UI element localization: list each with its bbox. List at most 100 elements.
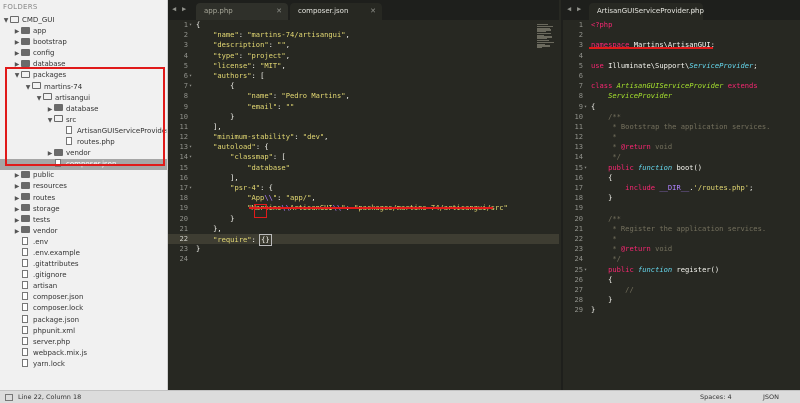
tree-folder[interactable]: ▼ packages xyxy=(0,70,167,81)
disclosure-closed-icon[interactable]: ▶ xyxy=(13,37,21,48)
code-line[interactable]: 18 } xyxy=(563,193,800,203)
disclosure-open-icon[interactable]: ▼ xyxy=(24,82,32,93)
tree-folder[interactable]: ▶ database xyxy=(0,104,167,115)
code-line[interactable]: 9 ▾ { xyxy=(563,102,800,112)
indentation-setting[interactable]: Spaces: 4 xyxy=(700,391,732,403)
code-line[interactable]: 7 ▾ { xyxy=(168,81,559,91)
code-line[interactable]: 18 "App\\": "app/", xyxy=(168,193,559,203)
disclosure-closed-icon[interactable]: ▶ xyxy=(46,104,54,115)
close-icon[interactable]: ✕ xyxy=(691,3,697,20)
code-line[interactable]: 2 "name": "martins-74/artisangui", xyxy=(168,30,559,40)
tree-file[interactable]: .gitattributes xyxy=(0,259,167,270)
code-line[interactable]: 6 xyxy=(563,71,800,81)
fold-arrow-icon[interactable]: ▾ xyxy=(189,20,192,30)
tab-prev-arrow-icon[interactable]: ◀ xyxy=(172,5,176,13)
close-icon[interactable]: ✕ xyxy=(276,3,282,20)
fold-arrow-icon[interactable]: ▾ xyxy=(189,142,192,152)
code-line[interactable]: 10 } xyxy=(168,112,559,122)
fold-arrow-icon[interactable]: ▾ xyxy=(189,152,192,162)
disclosure-closed-icon[interactable]: ▶ xyxy=(13,193,21,204)
tree-folder[interactable]: ▶ vendor xyxy=(0,226,167,237)
fold-arrow-icon[interactable]: ▾ xyxy=(584,102,587,112)
code-line[interactable]: 2 xyxy=(563,30,800,40)
code-line[interactable]: 26 { xyxy=(563,275,800,285)
tree-file[interactable]: composer.lock xyxy=(0,303,167,314)
tree-file[interactable]: .gitignore xyxy=(0,270,167,281)
disclosure-open-icon[interactable]: ▼ xyxy=(46,115,54,126)
tree-file[interactable]: package.json xyxy=(0,314,167,326)
fold-arrow-icon[interactable]: ▾ xyxy=(189,183,192,193)
syntax-mode[interactable]: JSON xyxy=(763,391,779,403)
code-line[interactable]: 7 class ArtisanGUIServiceProvider extends xyxy=(563,81,800,91)
disclosure-closed-icon[interactable]: ▶ xyxy=(13,204,21,215)
disclosure-closed-icon[interactable]: ▶ xyxy=(46,148,54,159)
code-line[interactable]: 11 * Bootstrap the application services. xyxy=(563,122,800,132)
code-line[interactable]: 5 use Illuminate\Support\ServiceProvider; xyxy=(563,61,800,71)
code-editor-composer-json[interactable]: 1 ▾{2 "name": "martins-74/artisangui", 3 "… xyxy=(168,20,559,390)
code-line[interactable]: 22 "require": {} xyxy=(168,233,559,247)
code-line[interactable]: 29} xyxy=(563,305,800,315)
minimap[interactable] xyxy=(537,24,555,54)
code-editor-service-provider[interactable]: 1 <?php 2 3 namespace Martins\ArtisanGUI; 4 5 u… xyxy=(563,20,800,390)
tree-file[interactable]: .env.example xyxy=(0,247,167,259)
code-line[interactable]: 22 * xyxy=(563,234,800,244)
code-line[interactable]: 17 ▾ "psr-4": { xyxy=(168,183,559,193)
code-line[interactable]: 21 }, xyxy=(168,224,559,234)
tab-next-arrow-icon[interactable]: ▶ xyxy=(577,5,581,13)
code-line[interactable]: 14 */ xyxy=(563,152,800,162)
tree-file[interactable]: composer.json xyxy=(0,159,167,171)
code-line[interactable]: 13 ▾ "autoload": { xyxy=(168,142,559,152)
tab-prev-arrow-icon[interactable]: ◀ xyxy=(567,5,571,13)
code-line[interactable]: 8 "name": "Pedro Martins", xyxy=(168,91,559,101)
tree-file[interactable]: server.php xyxy=(0,336,167,348)
code-line[interactable]: 25 ▾ public function register() xyxy=(563,265,800,275)
fold-arrow-icon[interactable]: ▾ xyxy=(584,265,587,275)
disclosure-closed-icon[interactable]: ▶ xyxy=(13,181,21,192)
panel-toggle-icon[interactable] xyxy=(5,391,13,403)
tab-composer-json[interactable]: composer.json ✕ xyxy=(290,3,382,20)
code-line[interactable]: 9 "email": "" xyxy=(168,102,559,112)
code-line[interactable]: 5 "license": "MIT", xyxy=(168,61,559,71)
tree-folder[interactable]: ▶ resources xyxy=(0,181,167,192)
code-line[interactable]: 20 /** xyxy=(563,214,800,224)
code-line[interactable]: 12 * xyxy=(563,132,800,142)
code-line[interactable]: 17 include __DIR__.'/routes.php'; xyxy=(563,183,800,193)
code-line[interactable]: 10 /** xyxy=(563,112,800,122)
code-line[interactable]: 24 */ xyxy=(563,254,800,264)
tree-file[interactable]: yarn.lock xyxy=(0,358,167,370)
close-icon[interactable]: ✕ xyxy=(370,3,376,20)
code-line[interactable]: 16 { xyxy=(563,173,800,183)
code-line[interactable]: 13 * @return void xyxy=(563,142,800,152)
tree-folder[interactable]: ▶ app xyxy=(0,26,167,37)
code-line[interactable]: 19 xyxy=(563,203,800,213)
disclosure-closed-icon[interactable]: ▶ xyxy=(13,59,21,70)
fold-arrow-icon[interactable]: ▾ xyxy=(189,71,192,81)
tree-folder[interactable]: ▶ storage xyxy=(0,204,167,215)
fold-arrow-icon[interactable]: ▾ xyxy=(189,81,192,91)
tab-app-php[interactable]: app.php ✕ xyxy=(196,3,288,20)
disclosure-open-icon[interactable]: ▼ xyxy=(13,70,21,81)
code-line[interactable]: 21 * Register the application services. xyxy=(563,224,800,234)
code-line[interactable]: 1 ▾ { xyxy=(168,20,559,30)
tree-folder[interactable]: ▶ routes xyxy=(0,193,167,204)
tree-file[interactable]: webpack.mix.js xyxy=(0,347,167,359)
code-line[interactable]: 4 "type": "project", xyxy=(168,51,559,61)
code-line[interactable]: 11 ], xyxy=(168,122,559,132)
disclosure-open-icon[interactable]: ▼ xyxy=(35,93,43,104)
disclosure-open-icon[interactable]: ▼ xyxy=(2,15,10,26)
code-line[interactable]: 3 "description": "", xyxy=(168,40,559,50)
code-line[interactable]: 28 } xyxy=(563,295,800,305)
tree-folder[interactable]: ▶ bootstrap xyxy=(0,37,167,48)
fold-arrow-icon[interactable]: ▾ xyxy=(584,163,587,173)
tree-folder[interactable]: ▶ tests xyxy=(0,215,167,226)
tree-file[interactable]: ArtisanGUIServiceProvider.php xyxy=(0,125,167,137)
disclosure-closed-icon[interactable]: ▶ xyxy=(13,26,21,37)
code-line[interactable]: 6 ▾ "authors": [ xyxy=(168,71,559,81)
tree-folder[interactable]: ▼ artisangui xyxy=(0,93,167,104)
tree-folder[interactable]: ▼ martins-74 xyxy=(0,82,167,93)
code-line[interactable]: 23 * @return void xyxy=(563,244,800,254)
tab-next-arrow-icon[interactable]: ▶ xyxy=(182,5,186,13)
tree-file[interactable]: artisan xyxy=(0,281,167,292)
tree-file[interactable]: composer.json xyxy=(0,292,167,303)
code-line[interactable]: 15 "database" xyxy=(168,163,559,173)
